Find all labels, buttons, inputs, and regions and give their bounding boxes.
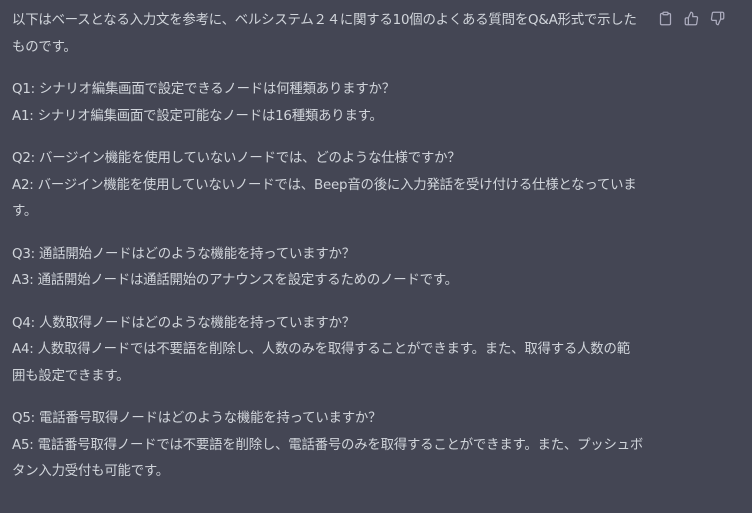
message-actions <box>657 10 726 27</box>
question-line: Q1: シナリオ編集画面で設定できるノードは何種類ありますか？ <box>12 82 395 97</box>
answer-line: 囲も設定できます。 <box>12 368 130 384</box>
answer-line: タン入力受付も可能です。 <box>12 464 169 479</box>
clipboard-icon <box>659 11 672 26</box>
thumbs-down-icon <box>710 11 725 26</box>
qa-item-3: Q3: 通話開始ノードはどのような機能を持っていますか？ A3: 通話開始ノード… <box>12 242 647 295</box>
answer-line: A4: 人数取得ノードでは不要語を削除し、人数のみを取得することができます。また… <box>12 342 630 357</box>
question-line: Q3: 通話開始ノードはどのような機能を持っていますか？ <box>12 246 355 262</box>
assistant-message: 以下はベースとなる入力文を参考に、ベルシステム２４に関する10個のよくある質問を… <box>12 8 647 486</box>
answer-line: A1: シナリオ編集画面で設定可能なノードは16種類あります。 <box>12 108 383 124</box>
question-line: Q2: バージイン機能を使用していないノードでは、どのような仕様ですか？ <box>12 151 461 166</box>
intro-line: ものです。 <box>12 39 77 55</box>
copy-button[interactable] <box>657 10 674 27</box>
answer-line: A2: バージイン機能を使用していないノードでは、Beep音の後に入力発話を受け… <box>12 177 637 193</box>
thumbs-up-icon <box>684 11 699 26</box>
thumbs-up-button[interactable] <box>683 10 700 27</box>
intro-line: 以下はベースとなる入力文を参考に、ベルシステム２４に関する10個のよくある質問を… <box>12 13 637 28</box>
message-intro: 以下はベースとなる入力文を参考に、ベルシステム２４に関する10個のよくある質問を… <box>12 8 647 61</box>
thumbs-down-button[interactable] <box>709 10 726 27</box>
qa-item-5: Q5: 電話番号取得ノードはどのような機能を持っていますか？ A5: 電話番号取… <box>12 406 647 486</box>
question-line: Q5: 電話番号取得ノードはどのような機能を持っていますか？ <box>12 411 382 426</box>
answer-line: A5: 電話番号取得ノードでは不要語を削除し、電話番号のみを取得することができま… <box>12 437 644 453</box>
qa-item-2: Q2: バージイン機能を使用していないノードでは、どのような仕様ですか？ A2:… <box>12 146 647 226</box>
question-line: Q4: 人数取得ノードはどのような機能を持っていますか？ <box>12 315 355 331</box>
qa-item-4: Q4: 人数取得ノードはどのような機能を持っていますか？ A4: 人数取得ノード… <box>12 311 647 391</box>
qa-item-1: Q1: シナリオ編集画面で設定できるノードは何種類ありますか？ A1: シナリオ… <box>12 77 647 130</box>
answer-line: A3: 通話開始ノードは通話開始のアナウンスを設定するためのノードです。 <box>12 273 458 288</box>
answer-line: す。 <box>12 204 38 219</box>
